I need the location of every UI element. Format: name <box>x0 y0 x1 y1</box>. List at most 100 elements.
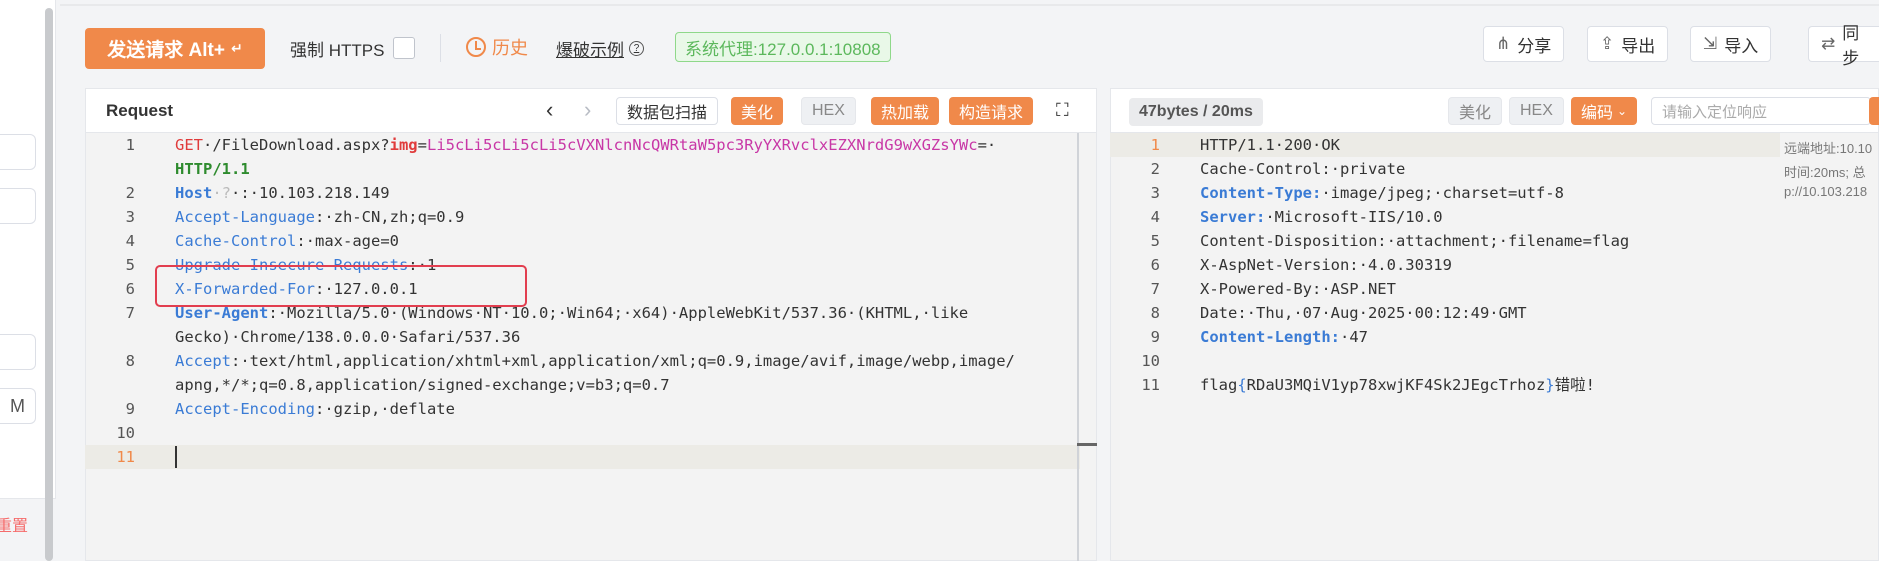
left-sidebar: M 重置 <box>0 0 56 561</box>
query-eq: = <box>417 136 427 154</box>
import-button[interactable]: ⇲ 导入 <box>1690 26 1772 62</box>
query-param-name: img <box>389 136 418 154</box>
import-icon: ⇲ <box>1703 34 1718 53</box>
request-scrollbar-thumb[interactable] <box>1077 443 1097 446</box>
share-button[interactable]: ⋔ 分享 <box>1483 26 1565 62</box>
time-info: 时间:20ms; 总 <box>1784 165 1866 180</box>
request-line-2: Host·?·:·10.103.218.149 <box>175 181 390 205</box>
send-request-label: 发送请求 Alt+ <box>107 40 225 61</box>
export-label: 导出 <box>1621 36 1656 56</box>
line-number: 5 <box>125 256 135 274</box>
share-label: 分享 <box>1517 36 1552 56</box>
request-scrollbar-track[interactable] <box>1077 133 1079 561</box>
response-beautify-button[interactable]: 美化 <box>1448 97 1503 125</box>
header-value: :·zh-CN,zh;q=0.9 <box>314 208 465 226</box>
line-number: 7 <box>125 304 135 322</box>
encoding-label: 编码 <box>1581 105 1614 122</box>
header-key: Accept-Language <box>175 208 315 226</box>
query-tail: =· <box>977 136 997 154</box>
export-button[interactable]: ⇪ 导出 <box>1587 26 1669 62</box>
sync-icon: ⇄ <box>1821 34 1836 53</box>
header-value: ·image/jpeg;·charset=utf-8 <box>1321 184 1564 202</box>
encoding-dropdown[interactable]: 编码 ⌄ <box>1571 97 1638 125</box>
header-key: Server: <box>1200 208 1266 226</box>
remote-address-info: 远端地址:10.10 <box>1784 141 1873 156</box>
flag-open-brace: { <box>1237 376 1247 394</box>
build-request-button[interactable]: 构造请求 <box>949 97 1034 125</box>
line-number: 2 <box>1150 160 1160 178</box>
highlight-box <box>155 265 527 307</box>
line-number: 11 <box>1141 376 1160 394</box>
line-number: 3 <box>1150 184 1160 202</box>
left-m-button[interactable]: M <box>0 388 36 424</box>
text-cursor <box>175 446 177 468</box>
fullscreen-icon[interactable]: ⛶ <box>1056 100 1069 121</box>
response-line-1: HTTP/1.1·200·OK <box>1200 136 1340 154</box>
header-value: ·47 <box>1339 328 1368 346</box>
prev-arrow-icon[interactable]: ‹ <box>546 97 553 123</box>
response-search-input[interactable]: 请输入定位响应 <box>1651 97 1871 125</box>
request-editor[interactable]: 1 2 3 4 5 6 7 8 9 10 11 GET·/FileDownloa… <box>85 133 1080 561</box>
flag-prefix: flag <box>1200 376 1238 394</box>
left-input-2[interactable] <box>0 188 36 224</box>
sync-button[interactable]: ⇄ 同步 <box>1808 24 1879 68</box>
next-arrow-icon[interactable]: › <box>584 97 591 123</box>
toolbar-divider <box>60 4 1879 6</box>
beautify-button[interactable]: 美化 <box>731 97 784 125</box>
response-line-5: Content-Disposition:·attachment;·filenam… <box>1200 232 1630 250</box>
left-m-label: M <box>10 395 25 416</box>
response-hex-button[interactable]: HEX <box>1509 97 1564 125</box>
question-icon: ? <box>629 41 644 56</box>
request-path: ·/FileDownload.aspx? <box>203 136 390 154</box>
line-number: 6 <box>125 280 135 298</box>
http-protocol: HTTP/1.1 <box>175 160 250 178</box>
line-number: 6 <box>1150 256 1160 274</box>
help-hint: ·? <box>212 184 231 202</box>
line-number-current: 1 <box>1150 136 1160 154</box>
response-viewer[interactable]: 1 2 3 4 5 6 7 8 9 10 11 HTTP/1.1·200·OK … <box>1110 133 1879 561</box>
request-title: Request <box>106 101 174 120</box>
hex-button[interactable]: HEX <box>801 97 856 125</box>
app-root: M 重置 发送请求 Alt+ ↵ 强制 HTTPS 历史 爆破示例 ? 系统代理… <box>0 0 1879 561</box>
response-line-4: Server:·Microsoft-IIS/10.0 <box>1200 205 1443 229</box>
line-number: 5 <box>1150 232 1160 250</box>
request-line-4: Cache-Control:·max-age=0 <box>175 229 399 253</box>
response-line-7: X-Powered-By:·ASP.NET <box>1200 280 1396 298</box>
header-key: Accept-Encoding <box>175 400 315 418</box>
line-number: 4 <box>1150 208 1160 226</box>
reset-button[interactable]: 重置 <box>0 512 28 536</box>
line-number: 2 <box>125 184 135 202</box>
response-line-9: Content-Length:·47 <box>1200 325 1368 349</box>
header-key: Content-Type: <box>1200 184 1322 202</box>
current-line-highlight <box>85 445 1080 469</box>
toolbar-separator <box>440 34 441 62</box>
left-scrollbar[interactable] <box>45 8 53 561</box>
line-number-current: 11 <box>116 448 135 466</box>
request-line-9: Accept-Encoding:·gzip,·deflate <box>175 397 455 421</box>
request-line-3: Accept-Language:·zh-CN,zh;q=0.9 <box>175 205 464 229</box>
header-key: Accept <box>175 352 231 370</box>
clock-icon <box>466 37 486 57</box>
response-search-button[interactable] <box>1869 97 1879 125</box>
brute-examples-link[interactable]: 爆破示例 ? <box>556 36 644 61</box>
flag-close-brace: } <box>1545 376 1555 394</box>
header-value: :·gzip,·deflate <box>314 400 455 418</box>
share-icon: ⋔ <box>1496 34 1511 53</box>
packet-scan-button[interactable]: 数据包扫描 <box>616 97 719 125</box>
left-input-1[interactable] <box>0 134 36 170</box>
force-https-label: 强制 HTTPS <box>290 41 385 60</box>
send-request-button[interactable]: 发送请求 Alt+ ↵ <box>85 28 265 69</box>
header-value: ·Microsoft-IIS/10.0 <box>1265 208 1443 226</box>
brute-examples-label: 爆破示例 <box>556 41 624 60</box>
force-https-checkbox[interactable] <box>393 37 415 59</box>
hot-reload-button[interactable]: 热加载 <box>871 97 940 125</box>
left-input-3[interactable] <box>0 334 36 370</box>
line-number: 3 <box>125 208 135 226</box>
system-proxy-badge[interactable]: 系统代理:127.0.0.1:10808 <box>675 32 891 62</box>
line-number: 7 <box>1150 280 1160 298</box>
history-button[interactable]: 历史 <box>466 34 528 60</box>
line-number: 8 <box>125 352 135 370</box>
line-number: 9 <box>125 400 135 418</box>
response-size-time: 47bytes / 20ms <box>1129 98 1263 126</box>
header-value: :·text/html,application/xhtml+xml,applic… <box>231 352 1015 370</box>
